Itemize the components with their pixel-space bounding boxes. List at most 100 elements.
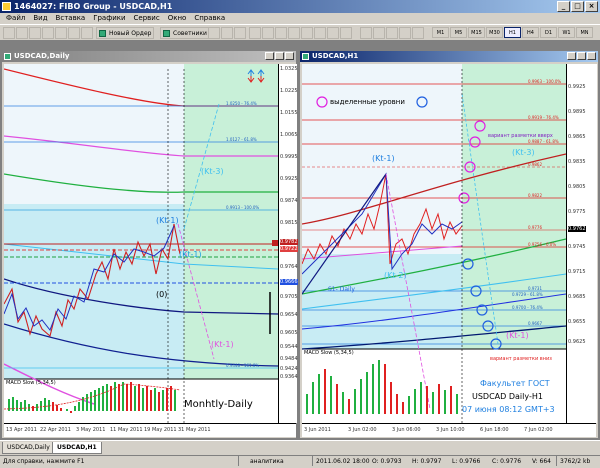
crosshair-icon[interactable] xyxy=(249,27,261,39)
status-date: 2011.06.02 18:00 xyxy=(316,458,370,465)
trendline-icon[interactable] xyxy=(301,27,313,39)
menu-tools[interactable]: Сервис xyxy=(134,13,160,24)
y-label: 0.9895 xyxy=(568,109,586,115)
text-icon[interactable] xyxy=(340,27,352,39)
menu-window[interactable]: Окно xyxy=(168,13,187,24)
y-label: 0.9865 xyxy=(568,134,586,140)
tf-d1[interactable]: D1 xyxy=(540,27,557,38)
y-label: 0.9775 xyxy=(568,209,586,215)
info-line-2: USDCAD Daily-H1 xyxy=(472,392,543,401)
minimize-button[interactable]: _ xyxy=(557,1,570,12)
close-button[interactable] xyxy=(285,52,294,60)
daily-plot-area[interactable]: (Kt-1) (Kt-1) (Kt-3) (Kt-1) (0) Monhtly-… xyxy=(4,64,278,423)
chart-title-h1[interactable]: USDCAD,H1 xyxy=(300,51,598,62)
price-tag-r3: 0.9666 xyxy=(280,279,298,285)
navigator-icon[interactable] xyxy=(55,27,67,39)
y-label: 0.9625 xyxy=(568,339,586,345)
kt3-label: (Kt-3) xyxy=(201,167,224,176)
cursor-icon[interactable] xyxy=(262,27,274,39)
x-label: 6 Jun 18:00 xyxy=(480,427,509,433)
tf-w1[interactable]: W1 xyxy=(558,27,575,38)
caption-label: Monhtly-Daily xyxy=(184,399,253,410)
info-line-1: Факультет ГОСТ xyxy=(480,379,550,388)
y-label: 0.9654 xyxy=(280,312,298,318)
y-label: 1.0155 xyxy=(280,110,298,116)
zoom-out-icon[interactable] xyxy=(373,27,385,39)
menu-help[interactable]: Справка xyxy=(194,13,225,24)
line-chart-icon[interactable] xyxy=(234,27,246,39)
tf-h4[interactable]: H4 xyxy=(522,27,539,38)
daily-chart-svg xyxy=(4,64,278,423)
kt1-down-label: (Kt-1) xyxy=(506,331,529,340)
app-title: 1464027: FIBO Group - USDCAD,H1 xyxy=(14,2,173,11)
info-line-3: 07 июня 08:12 GMT+3 xyxy=(462,405,555,414)
fibo-label-1: 0.9963 - 100.0% xyxy=(528,79,562,84)
market-watch-icon[interactable] xyxy=(29,27,41,39)
menu-file[interactable]: Файл xyxy=(6,13,25,24)
y-label: 0.9815 xyxy=(280,220,298,226)
zoom-in-icon[interactable] xyxy=(360,27,372,39)
x-label: 19 May 2011 xyxy=(144,427,177,433)
fibo-label-8: 0.9731 xyxy=(528,286,542,291)
expert-advisors-button[interactable]: Советники xyxy=(160,27,210,39)
vertical-line-icon[interactable] xyxy=(275,27,287,39)
tf-h1[interactable]: H1 xyxy=(504,27,521,38)
tf-m1[interactable]: M1 xyxy=(432,27,449,38)
data-window-icon[interactable] xyxy=(42,27,54,39)
tile-icon[interactable] xyxy=(386,27,398,39)
chart-window-h1[interactable]: USDCAD,H1 выделенные уровни (Kt-1) (Kt-3… xyxy=(300,51,598,438)
bar-chart-icon[interactable] xyxy=(208,27,220,39)
app-titlebar: 1464027: FIBO Group - USDCAD,H1 _ □ × xyxy=(0,0,600,13)
chart-title-daily[interactable]: USDCAD,Daily xyxy=(2,51,296,62)
tf-m30[interactable]: M30 xyxy=(486,27,503,38)
close-button[interactable]: × xyxy=(585,1,598,12)
max-button[interactable] xyxy=(275,52,284,60)
y-label: 0.9544 xyxy=(280,344,298,350)
autoscroll-icon[interactable] xyxy=(399,27,411,39)
candles-icon[interactable] xyxy=(221,27,233,39)
price-tag-r1: 0.9782 xyxy=(280,239,298,245)
bg-region-future xyxy=(184,64,278,379)
x-label: 31 May 2011 xyxy=(178,427,211,433)
max-button[interactable] xyxy=(577,52,586,60)
h1-plot-area[interactable]: выделенные уровни (Kt-1) (Kt-3) (Kt-2) (… xyxy=(302,64,566,423)
shift-icon[interactable] xyxy=(412,27,424,39)
tester-icon[interactable] xyxy=(81,27,93,39)
close-button[interactable] xyxy=(587,52,596,60)
channel-icon[interactable] xyxy=(314,27,326,39)
y-label: 0.9685 xyxy=(568,294,586,300)
maximize-button[interactable]: □ xyxy=(571,1,584,12)
fibo-icon[interactable] xyxy=(327,27,339,39)
tf-m15[interactable]: M15 xyxy=(468,27,485,38)
y-label: 1.0225 xyxy=(280,88,298,94)
tab-usdcad-h1[interactable]: USDCAD,H1 xyxy=(52,442,102,454)
daily-x-axis: 13 Apr 2011 22 Apr 2011 3 May 2011 11 Ma… xyxy=(4,423,296,437)
horizontal-line-icon[interactable] xyxy=(288,27,300,39)
tf-mn[interactable]: MN xyxy=(576,27,593,38)
x-label: 3 Jun 10:00 xyxy=(436,427,465,433)
kt0-label: (0) xyxy=(156,290,168,299)
fibo-label-4: 0.9862 xyxy=(528,162,542,167)
price-tag-r2: 0.9722 xyxy=(280,246,298,252)
status-help: Для справки, нажмите F1 xyxy=(3,458,85,465)
min-button[interactable] xyxy=(265,52,274,60)
menu-charts[interactable]: Графики xyxy=(93,13,125,24)
tf-m5[interactable]: M5 xyxy=(450,27,467,38)
chart-window-daily[interactable]: USDCAD,Daily (Kt-1) (Kt-1) (Kt-3) (Kt-1)… xyxy=(2,51,298,438)
new-order-button[interactable]: Новый Ордер xyxy=(96,27,155,39)
status-high: H: 0.9797 xyxy=(412,458,442,465)
y-label: 0.9835 xyxy=(568,159,586,165)
price-tag: 0.9762 xyxy=(568,226,586,232)
x-label: 7 Jun 02:00 xyxy=(524,427,553,433)
menu-insert[interactable]: Вставка xyxy=(56,13,86,24)
h1-y-axis: 0.9925 0.9895 0.9865 0.9835 0.9805 0.977… xyxy=(566,64,597,423)
tab-usdcad-daily[interactable]: USDCAD,Daily xyxy=(2,442,55,454)
status-traffic: 3762/2 kb xyxy=(560,458,591,465)
min-button[interactable] xyxy=(567,52,576,60)
chart-tabs: USDCAD,Daily USDCAD,H1 xyxy=(0,440,600,456)
profiles-icon[interactable] xyxy=(16,27,28,39)
y-label: 0.9715 xyxy=(568,269,586,275)
menu-view[interactable]: Вид xyxy=(33,13,47,24)
terminal-icon[interactable] xyxy=(68,27,80,39)
new-chart-icon[interactable] xyxy=(3,27,15,39)
